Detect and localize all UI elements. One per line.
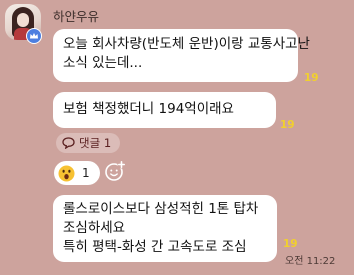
- unread-count: 19: [304, 72, 319, 84]
- speech-bubble-icon: [62, 137, 75, 149]
- sender-name: 하얀우유: [53, 9, 100, 24]
- avatar-face: [17, 13, 29, 27]
- crown-icon: [26, 28, 42, 44]
- message-line: 소식 있는데...: [63, 55, 143, 71]
- surprised-face-icon: [58, 165, 75, 181]
- message-line: 롤스로이스보다 삼성적힌 1톤 탑차: [63, 201, 259, 217]
- message-line: 오늘 회사차량(반도체 운반)이랑 교통사고난: [63, 36, 310, 52]
- reply-thread-button[interactable]: 댓글 1: [56, 133, 121, 153]
- message-timestamp: 오전 11:22: [285, 256, 336, 267]
- message-bubble[interactable]: 오늘 회사차량(반도체 운반)이랑 교통사고난 소식 있는데...: [53, 29, 310, 82]
- unread-count: 19: [280, 119, 295, 131]
- message-bubble[interactable]: 롤스로이스보다 삼성적힌 1톤 탑차 조심하세요 특히 평택-화성 간 고속도로…: [53, 195, 277, 262]
- message-bubble[interactable]: 보험 책정했더니 194억이래요: [53, 92, 276, 128]
- reaction-badge[interactable]: 1: [54, 161, 100, 185]
- message-line: 보험 책정했더니 194억이래요: [63, 101, 234, 117]
- unread-count: 19: [283, 238, 298, 250]
- reaction-count: 1: [82, 166, 90, 180]
- message-line: 특히 평택-화성 간 고속도로 조심: [63, 239, 247, 255]
- reply-thread-label: 댓글 1: [79, 136, 112, 150]
- add-reaction-icon[interactable]: [104, 160, 126, 182]
- message-line: 조심하세요: [63, 220, 126, 236]
